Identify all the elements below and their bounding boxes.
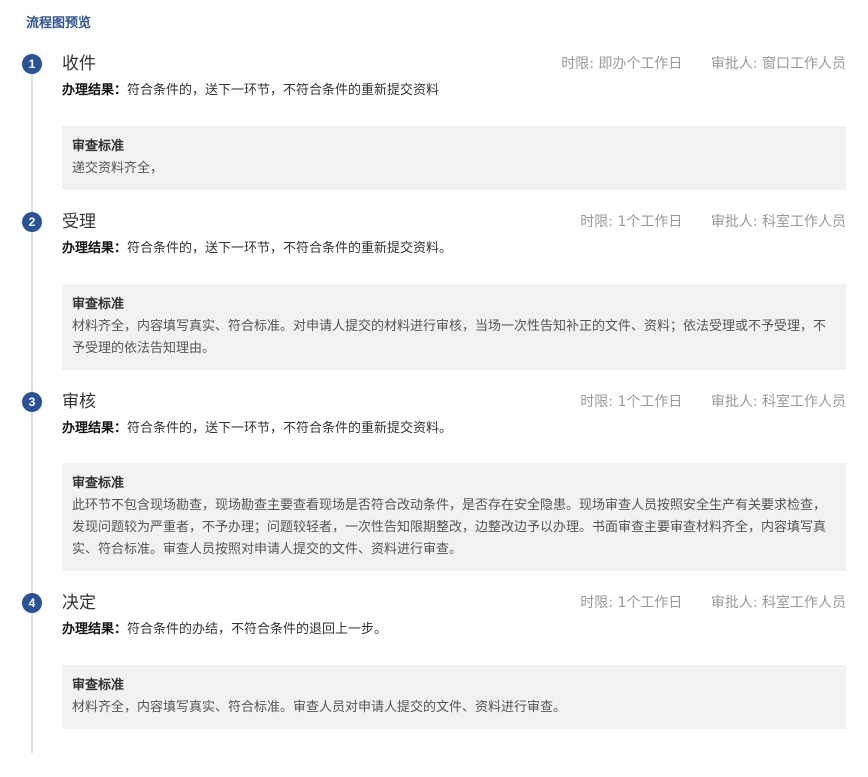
- step-name: 审核: [62, 392, 96, 412]
- step-time-limit: 时限: 即办个工作日: [561, 56, 683, 72]
- standard-box: 审查标准 材料齐全，内容填写真实、符合标准。对申请人提交的材料进行审核，当场一次…: [62, 284, 846, 370]
- step-number-badge: 2: [22, 212, 42, 232]
- step-meta: 时限: 1个工作日 审批人: 科室工作人员: [580, 212, 846, 232]
- standard-title: 审查标准: [72, 476, 125, 491]
- step-result: 办理结果：符合条件的，送下一环节，不符合条件的重新提交资料。: [62, 420, 452, 438]
- step-number-badge: 4: [22, 593, 42, 613]
- step-result: 办理结果：符合条件的办结，不符合条件的退回上一步。: [62, 621, 387, 639]
- step-time-limit: 时限: 1个工作日: [580, 214, 683, 230]
- result-label: 办理结果：: [62, 83, 128, 98]
- step-number-badge: 1: [22, 54, 42, 74]
- step-name: 决定: [62, 593, 96, 613]
- result-text: 符合条件的，送下一环节，不符合条件的重新提交资料: [127, 83, 440, 98]
- step-result: 办理结果：符合条件的，送下一环节，不符合条件的重新提交资料: [62, 82, 439, 100]
- result-text: 符合条件的，送下一环节，不符合条件的重新提交资料。: [127, 421, 453, 436]
- standard-text: 材料齐全，内容填写真实、符合标准。审查人员对申请人提交的文件、资料进行审查。: [72, 700, 567, 715]
- step-number-badge: 3: [22, 392, 42, 412]
- standard-title: 审查标准: [72, 139, 125, 154]
- standard-box: 审查标准 材料齐全，内容填写真实、符合标准。审查人员对申请人提交的文件、资料进行…: [62, 665, 846, 729]
- step-meta: 时限: 1个工作日 审批人: 科室工作人员: [580, 593, 846, 613]
- result-label: 办理结果：: [62, 421, 128, 436]
- result-label: 办理结果：: [62, 622, 128, 637]
- standard-text: 递交资料齐全，: [72, 161, 164, 176]
- standard-box: 审查标准 此环节不包含现场勘查，现场勘查主要查看现场是否符合改动条件，是否存在安…: [62, 463, 846, 571]
- standard-text: 此环节不包含现场勘查，现场勘查主要查看现场是否符合改动条件，是否存在安全隐患。现…: [72, 498, 827, 557]
- step-time-limit: 时限: 1个工作日: [580, 394, 683, 410]
- standard-title: 审查标准: [72, 678, 125, 693]
- page-title: 流程图预览: [26, 16, 92, 31]
- step-time-limit: 时限: 1个工作日: [580, 595, 683, 611]
- step-name: 收件: [62, 54, 96, 74]
- step-approver: 审批人: 科室工作人员: [710, 595, 846, 611]
- result-text: 符合条件的办结，不符合条件的退回上一步。: [127, 622, 388, 637]
- step-approver: 审批人: 科室工作人员: [710, 394, 846, 410]
- result-text: 符合条件的，送下一环节，不符合条件的重新提交资料。: [127, 241, 453, 256]
- standard-box: 审查标准 递交资料齐全，: [62, 126, 846, 190]
- step-result: 办理结果：符合条件的，送下一环节，不符合条件的重新提交资料。: [62, 240, 452, 258]
- step-name: 受理: [62, 212, 96, 232]
- step-approver: 审批人: 窗口工作人员: [710, 56, 846, 72]
- result-label: 办理结果：: [62, 241, 128, 256]
- step-meta: 时限: 即办个工作日 审批人: 窗口工作人员: [561, 54, 846, 74]
- standard-text: 材料齐全，内容填写真实、符合标准。对申请人提交的材料进行审核，当场一次性告知补正…: [72, 319, 827, 356]
- step-approver: 审批人: 科室工作人员: [710, 214, 846, 230]
- standard-title: 审查标准: [72, 297, 125, 312]
- step-meta: 时限: 1个工作日 审批人: 科室工作人员: [580, 392, 846, 412]
